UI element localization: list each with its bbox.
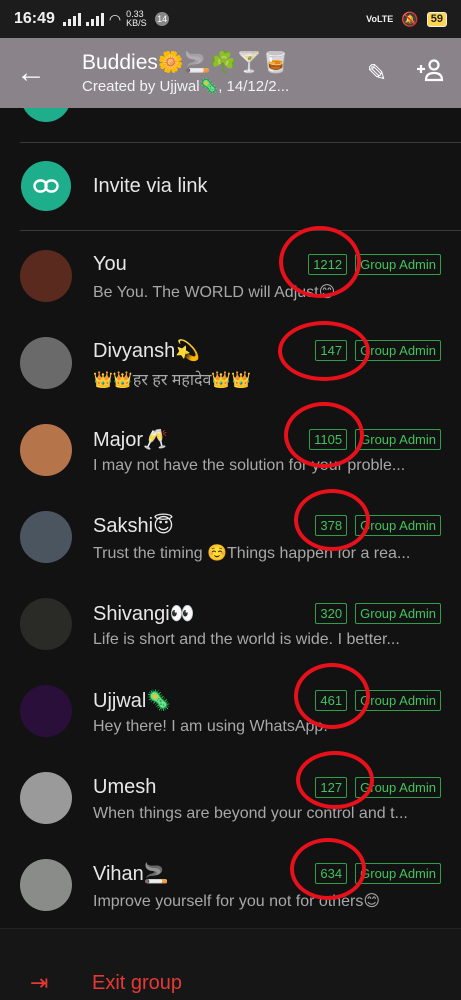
avatar[interactable] xyxy=(20,336,72,389)
count-tag: 147 xyxy=(315,340,348,361)
exit-icon: ⇥ xyxy=(30,970,49,995)
member-row[interactable]: Shivangi👀 320 Group Admin Life is short a… xyxy=(0,580,461,667)
member-about: Life is short and the world is wide. I b… xyxy=(93,630,400,648)
status-left-icons: ◠ 0.33 KB/S 14 xyxy=(62,9,170,28)
avatar[interactable] xyxy=(20,249,72,302)
member-name: Divyansh💫 xyxy=(93,340,201,362)
member-info: Ujjwal🦠 461 Group Admin Hey there! I am u… xyxy=(93,686,461,736)
link-icon xyxy=(21,161,71,211)
mute-icon: 🔕 xyxy=(401,10,419,27)
member-name: Shivangi👀 xyxy=(93,603,195,625)
avatar[interactable] xyxy=(20,684,72,737)
avatar[interactable] xyxy=(20,423,72,476)
member-info: Shivangi👀 320 Group Admin Life is short a… xyxy=(93,599,461,649)
member-info: Vihan🚬 634 Group Admin Improve yourself f… xyxy=(93,859,461,911)
status-time: 16:49 xyxy=(14,10,55,27)
exit-group-row[interactable]: ⇥ Exit group xyxy=(0,953,461,1000)
group-title: Buddies🌼🚬☘️🍸🥃 xyxy=(82,51,289,74)
notification-count: 14 xyxy=(155,12,170,26)
member-about: Improve yourself for you not for others😊 xyxy=(93,892,381,910)
member-name: Sakshi😇 xyxy=(93,515,174,537)
member-name: You xyxy=(93,253,127,275)
invite-link-row[interactable]: Invite via link xyxy=(0,160,461,212)
member-row[interactable]: Umesh 127 Group Admin When things are bey… xyxy=(0,754,461,841)
members-list: You 1212 Group Admin Be You. The WORLD wi… xyxy=(0,232,461,928)
member-about: 👑👑हर हर महादेव👑👑 xyxy=(93,371,252,389)
exit-section: ⇥ Exit group xyxy=(0,928,461,1000)
admin-badge: Group Admin xyxy=(355,340,441,361)
avatar[interactable] xyxy=(20,771,72,824)
member-row[interactable]: Sakshi😇 378 Group Admin Trust the timing … xyxy=(0,493,461,580)
member-name: Umesh xyxy=(93,776,157,798)
header-titles[interactable]: Buddies🌼🚬☘️🍸🥃 Created by Ujjwal🦠, 14/12/… xyxy=(82,51,312,95)
member-info: Major🥂 1105 Group Admin I may not have th… xyxy=(93,425,461,475)
net-speed: 0.33 KB/S xyxy=(126,9,147,28)
member-row[interactable]: Ujjwal🦠 461 Group Admin Hey there! I am u… xyxy=(0,667,461,754)
admin-badge: Group Admin xyxy=(355,254,441,275)
battery-icon: 59 xyxy=(426,11,447,27)
member-about: Hey there! I am using WhatsApp. xyxy=(93,717,328,735)
member-info: Sakshi😇 378 Group Admin Trust the timing … xyxy=(93,511,461,563)
status-bar: 16:49 ◠ 0.33 KB/S 14 VoLTE 🔕 59 xyxy=(0,0,461,38)
signal-icon xyxy=(62,12,81,26)
volte-label: VoLTE xyxy=(366,14,394,24)
avatar[interactable] xyxy=(20,858,72,911)
admin-badge: Group Admin xyxy=(355,777,441,798)
pencil-icon[interactable]: ✎ xyxy=(367,59,387,88)
signal-icon-2 xyxy=(85,12,104,26)
avatar[interactable] xyxy=(20,597,72,650)
member-row[interactable]: Divyansh💫 147 Group Admin 👑👑हर हर महादेव👑… xyxy=(0,319,461,406)
link-svg xyxy=(33,179,59,193)
partial-list-item xyxy=(0,108,461,142)
divider xyxy=(20,142,461,143)
exit-group-label: Exit group xyxy=(92,971,183,994)
member-about: I may not have the solution for your pro… xyxy=(93,456,406,474)
count-tag: 378 xyxy=(315,515,348,536)
member-about: Be You. The WORLD will Adjust😊 xyxy=(93,283,336,301)
admin-badge: Group Admin xyxy=(355,603,441,624)
count-tag: 1212 xyxy=(308,254,348,275)
count-tag: 320 xyxy=(315,603,348,624)
app-bar: ← Buddies🌼🚬☘️🍸🥃 Created by Ujjwal🦠, 14/1… xyxy=(0,38,461,108)
count-tag: 634 xyxy=(315,863,348,884)
admin-badge: Group Admin xyxy=(355,429,441,450)
member-info: Umesh 127 Group Admin When things are bey… xyxy=(93,773,461,823)
admin-badge: Group Admin xyxy=(355,515,441,536)
member-name: Major🥂 xyxy=(93,429,168,451)
count-tag: 461 xyxy=(315,690,348,711)
header-actions: ✎ xyxy=(367,58,445,89)
member-info: Divyansh💫 147 Group Admin 👑👑हर हर महादेव👑… xyxy=(93,336,461,390)
arrow-back-icon[interactable]: ← xyxy=(16,56,56,90)
member-name: Vihan🚬 xyxy=(93,863,169,885)
invite-link-label: Invite via link xyxy=(93,174,208,197)
group-subtitle: Created by Ujjwal🦠, 14/12/2... xyxy=(82,78,290,95)
member-info: You 1212 Group Admin Be You. The WORLD wi… xyxy=(93,250,461,302)
divider xyxy=(20,230,461,231)
admin-badge: Group Admin xyxy=(355,690,441,711)
add-person-icon[interactable] xyxy=(415,58,445,89)
member-row[interactable]: Major🥂 1105 Group Admin I may not have th… xyxy=(0,406,461,493)
member-about: Trust the timing ☺️Things happen for a r… xyxy=(93,544,411,562)
count-tag: 127 xyxy=(315,777,348,798)
count-tag: 1105 xyxy=(309,429,348,450)
member-name: Ujjwal🦠 xyxy=(93,690,172,712)
member-about: When things are beyond your control and … xyxy=(93,804,408,822)
wifi-icon: ◠ xyxy=(108,10,122,27)
member-row[interactable]: You 1212 Group Admin Be You. The WORLD wi… xyxy=(0,232,461,319)
partial-icon-circle xyxy=(21,108,71,122)
admin-badge: Group Admin xyxy=(355,863,441,884)
member-row[interactable]: Vihan🚬 634 Group Admin Improve yourself f… xyxy=(0,841,461,928)
status-right-icons: VoLTE 🔕 59 xyxy=(366,11,447,28)
add-person-svg xyxy=(417,58,444,81)
avatar[interactable] xyxy=(20,510,72,563)
